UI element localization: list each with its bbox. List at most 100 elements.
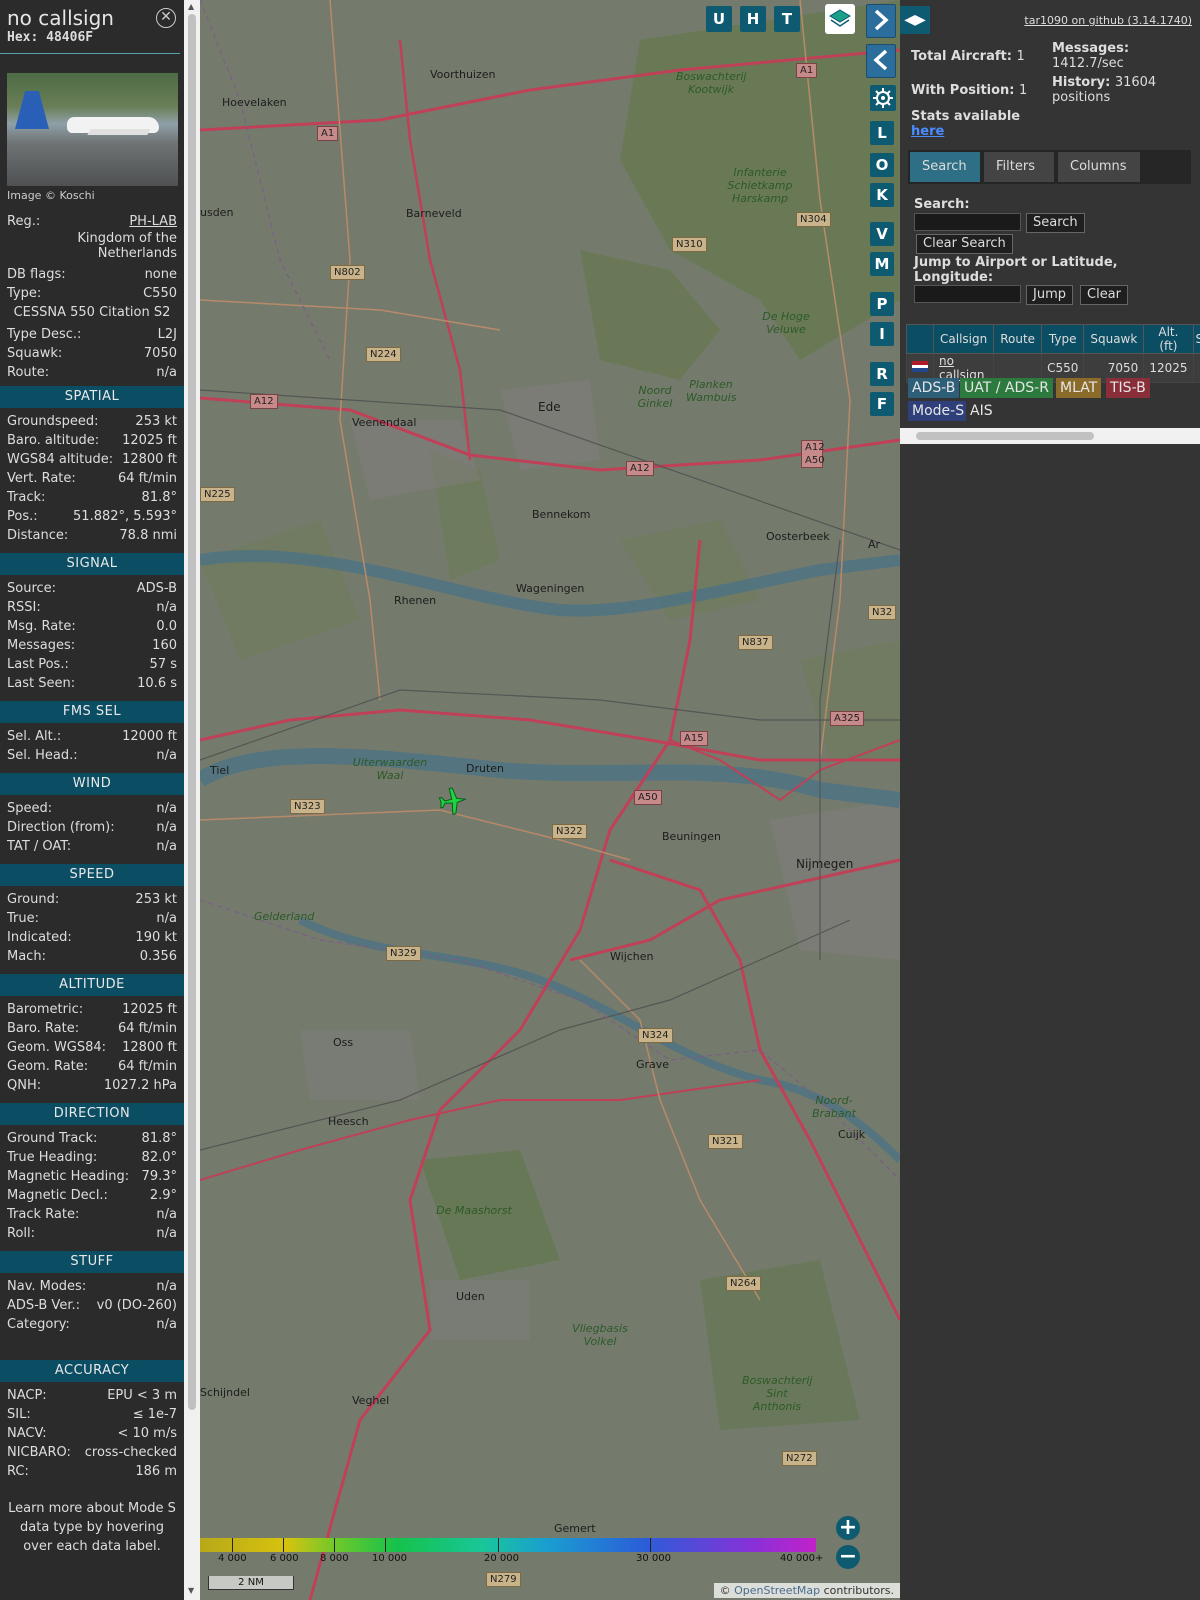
map-button-i[interactable]: I [870, 322, 894, 346]
map-button-m[interactable]: M [870, 252, 894, 276]
info-row-label[interactable]: Indicated: [7, 928, 72, 947]
info-row-label[interactable]: Distance: [7, 526, 68, 545]
info-row-label[interactable]: Speed: [7, 799, 52, 818]
info-row-label[interactable]: NACV: [7, 1424, 47, 1443]
info-row-label[interactable]: Roll: [7, 1224, 35, 1243]
source-tis-b[interactable]: TIS-B [1106, 378, 1150, 398]
info-scrollbar[interactable]: ▲ ▼ [184, 0, 200, 1600]
clear-button[interactable]: Clear [1080, 285, 1128, 305]
source-ads-b[interactable]: ADS-B [908, 378, 960, 398]
info-row-label[interactable]: WGS84 altitude: [7, 450, 113, 469]
map-button-p[interactable]: P [870, 292, 894, 316]
registration-link[interactable]: PH-LAB [129, 212, 177, 231]
layers-button[interactable] [825, 4, 855, 34]
osm-link[interactable]: OpenStreetMap [734, 1584, 820, 1597]
map-button-k[interactable]: K [870, 183, 894, 207]
info-row-label[interactable]: Track Rate: [7, 1205, 79, 1224]
info-row-label[interactable]: Sel. Head.: [7, 746, 78, 765]
info-row-label[interactable]: Messages: [7, 636, 75, 655]
info-row: Barometric: 12025 ft [0, 1000, 184, 1019]
map-button-u[interactable]: U [706, 6, 732, 32]
source-mode-s[interactable]: Mode-S [908, 401, 969, 421]
expand-right-button[interactable] [866, 4, 896, 38]
info-row-label[interactable]: Geom. WGS84: [7, 1038, 106, 1057]
info-row-label[interactable]: Direction (from): [7, 818, 115, 837]
road-shield: A1 [796, 63, 818, 78]
info-row-label[interactable]: NACP: [7, 1386, 47, 1405]
col-flag[interactable] [906, 324, 934, 354]
tab-search[interactable]: Search [910, 152, 980, 182]
info-row-label[interactable]: Msg. Rate: [7, 617, 76, 636]
map-button-r[interactable]: R [870, 362, 894, 386]
map-button-f[interactable]: F [870, 392, 894, 416]
info-row-label[interactable]: Baro. altitude: [7, 431, 99, 450]
info-row-label[interactable]: ADS-B Ver.: [7, 1296, 80, 1315]
tab-columns[interactable]: Columns [1058, 152, 1140, 182]
map-button-v[interactable]: V [870, 222, 894, 246]
stats-link[interactable]: here [911, 124, 944, 139]
info-row-label[interactable]: Geom. Rate: [7, 1057, 88, 1076]
source-mlat[interactable]: MLAT [1056, 378, 1102, 398]
map-place-label: usden [200, 206, 234, 219]
info-row-label[interactable]: Barometric: [7, 1000, 83, 1019]
zoom-in-button[interactable]: + [836, 1516, 860, 1540]
jump-input[interactable] [914, 285, 1021, 303]
info-row-label[interactable]: Groundspeed: [7, 412, 98, 431]
info-row-label[interactable]: SIL: [7, 1405, 31, 1424]
info-row-label[interactable]: Sel. Alt.: [7, 727, 61, 746]
info-row-label[interactable]: Ground Track: [7, 1129, 97, 1148]
info-row-label[interactable]: RC: [7, 1462, 29, 1481]
aircraft-photo[interactable] [7, 73, 178, 186]
settings-button[interactable] [870, 85, 896, 111]
map-area-label: Gelderland [254, 910, 315, 923]
col-type[interactable]: Type [1041, 324, 1085, 354]
info-row-label[interactable]: Last Seen: [7, 674, 75, 693]
map-button-l[interactable]: L [870, 121, 894, 145]
col-callsign[interactable]: Callsign [932, 324, 995, 354]
scroll-down-icon[interactable]: ▼ [188, 1586, 194, 1595]
jump-button[interactable]: Jump [1026, 285, 1073, 305]
info-row-label[interactable]: Mach: [7, 947, 46, 966]
info-row-label[interactable]: Source: [7, 579, 56, 598]
map-button-t[interactable]: T [774, 6, 800, 32]
version-link[interactable]: tar1090 on github (3.14.1740) [1024, 14, 1192, 27]
info-row-label[interactable]: RSSI: [7, 598, 41, 617]
toggle-sidebar-button[interactable]: ◀▶ [900, 6, 930, 34]
zoom-out-button[interactable]: − [836, 1545, 860, 1569]
info-row-label[interactable]: Last Pos.: [7, 655, 69, 674]
info-row-label[interactable]: Magnetic Heading: [7, 1167, 129, 1186]
info-row-label[interactable]: Magnetic Decl.: [7, 1186, 108, 1205]
scrollbar-thumb[interactable] [188, 14, 196, 1410]
info-row-label[interactable]: Vert. Rate: [7, 469, 76, 488]
info-row-label[interactable]: True Heading: [7, 1148, 97, 1167]
info-row: Baro. Rate: 64 ft/min [0, 1019, 184, 1038]
table-hscroll[interactable] [900, 428, 1200, 444]
collapse-left-button[interactable] [866, 44, 896, 78]
info-row-label[interactable]: Category: [7, 1315, 70, 1334]
search-input[interactable] [914, 213, 1021, 231]
source-ais[interactable]: AIS [966, 401, 997, 421]
clear-search-button[interactable]: Clear Search [916, 234, 1013, 254]
map-button-o[interactable]: O [870, 153, 894, 177]
map-button-h[interactable]: H [740, 6, 766, 32]
info-row-label[interactable]: Nav. Modes: [7, 1277, 86, 1296]
col-speed[interactable]: S [1192, 324, 1200, 354]
col-route[interactable]: Route [993, 324, 1043, 354]
info-row-label[interactable]: NICBARO: [7, 1443, 71, 1462]
scroll-up-icon[interactable]: ▲ [188, 2, 194, 11]
info-row-label[interactable]: Track: [7, 488, 45, 507]
info-row-label[interactable]: True: [7, 909, 39, 928]
info-row-label[interactable]: TAT / OAT: [7, 837, 71, 856]
col-alt[interactable]: Alt. (ft) [1143, 324, 1194, 354]
search-button[interactable]: Search [1026, 213, 1085, 233]
info-row-label[interactable]: Pos.: [7, 507, 38, 526]
info-row-label[interactable]: Ground: [7, 890, 59, 909]
map-view[interactable]: Voorthuizen Hoevelaken Barneveld usden Ede Ve… [200, 0, 900, 1600]
close-icon[interactable]: ✕ [156, 8, 176, 28]
source-uat-ads-r[interactable]: UAT / ADS-R [960, 378, 1053, 398]
info-row-label[interactable]: Baro. Rate: [7, 1019, 79, 1038]
info-row-label[interactable]: QNH: [7, 1076, 41, 1095]
tab-filters[interactable]: Filters [984, 152, 1054, 182]
col-squawk[interactable]: Squawk [1083, 324, 1145, 354]
aircraft-marker-icon[interactable] [438, 786, 468, 816]
